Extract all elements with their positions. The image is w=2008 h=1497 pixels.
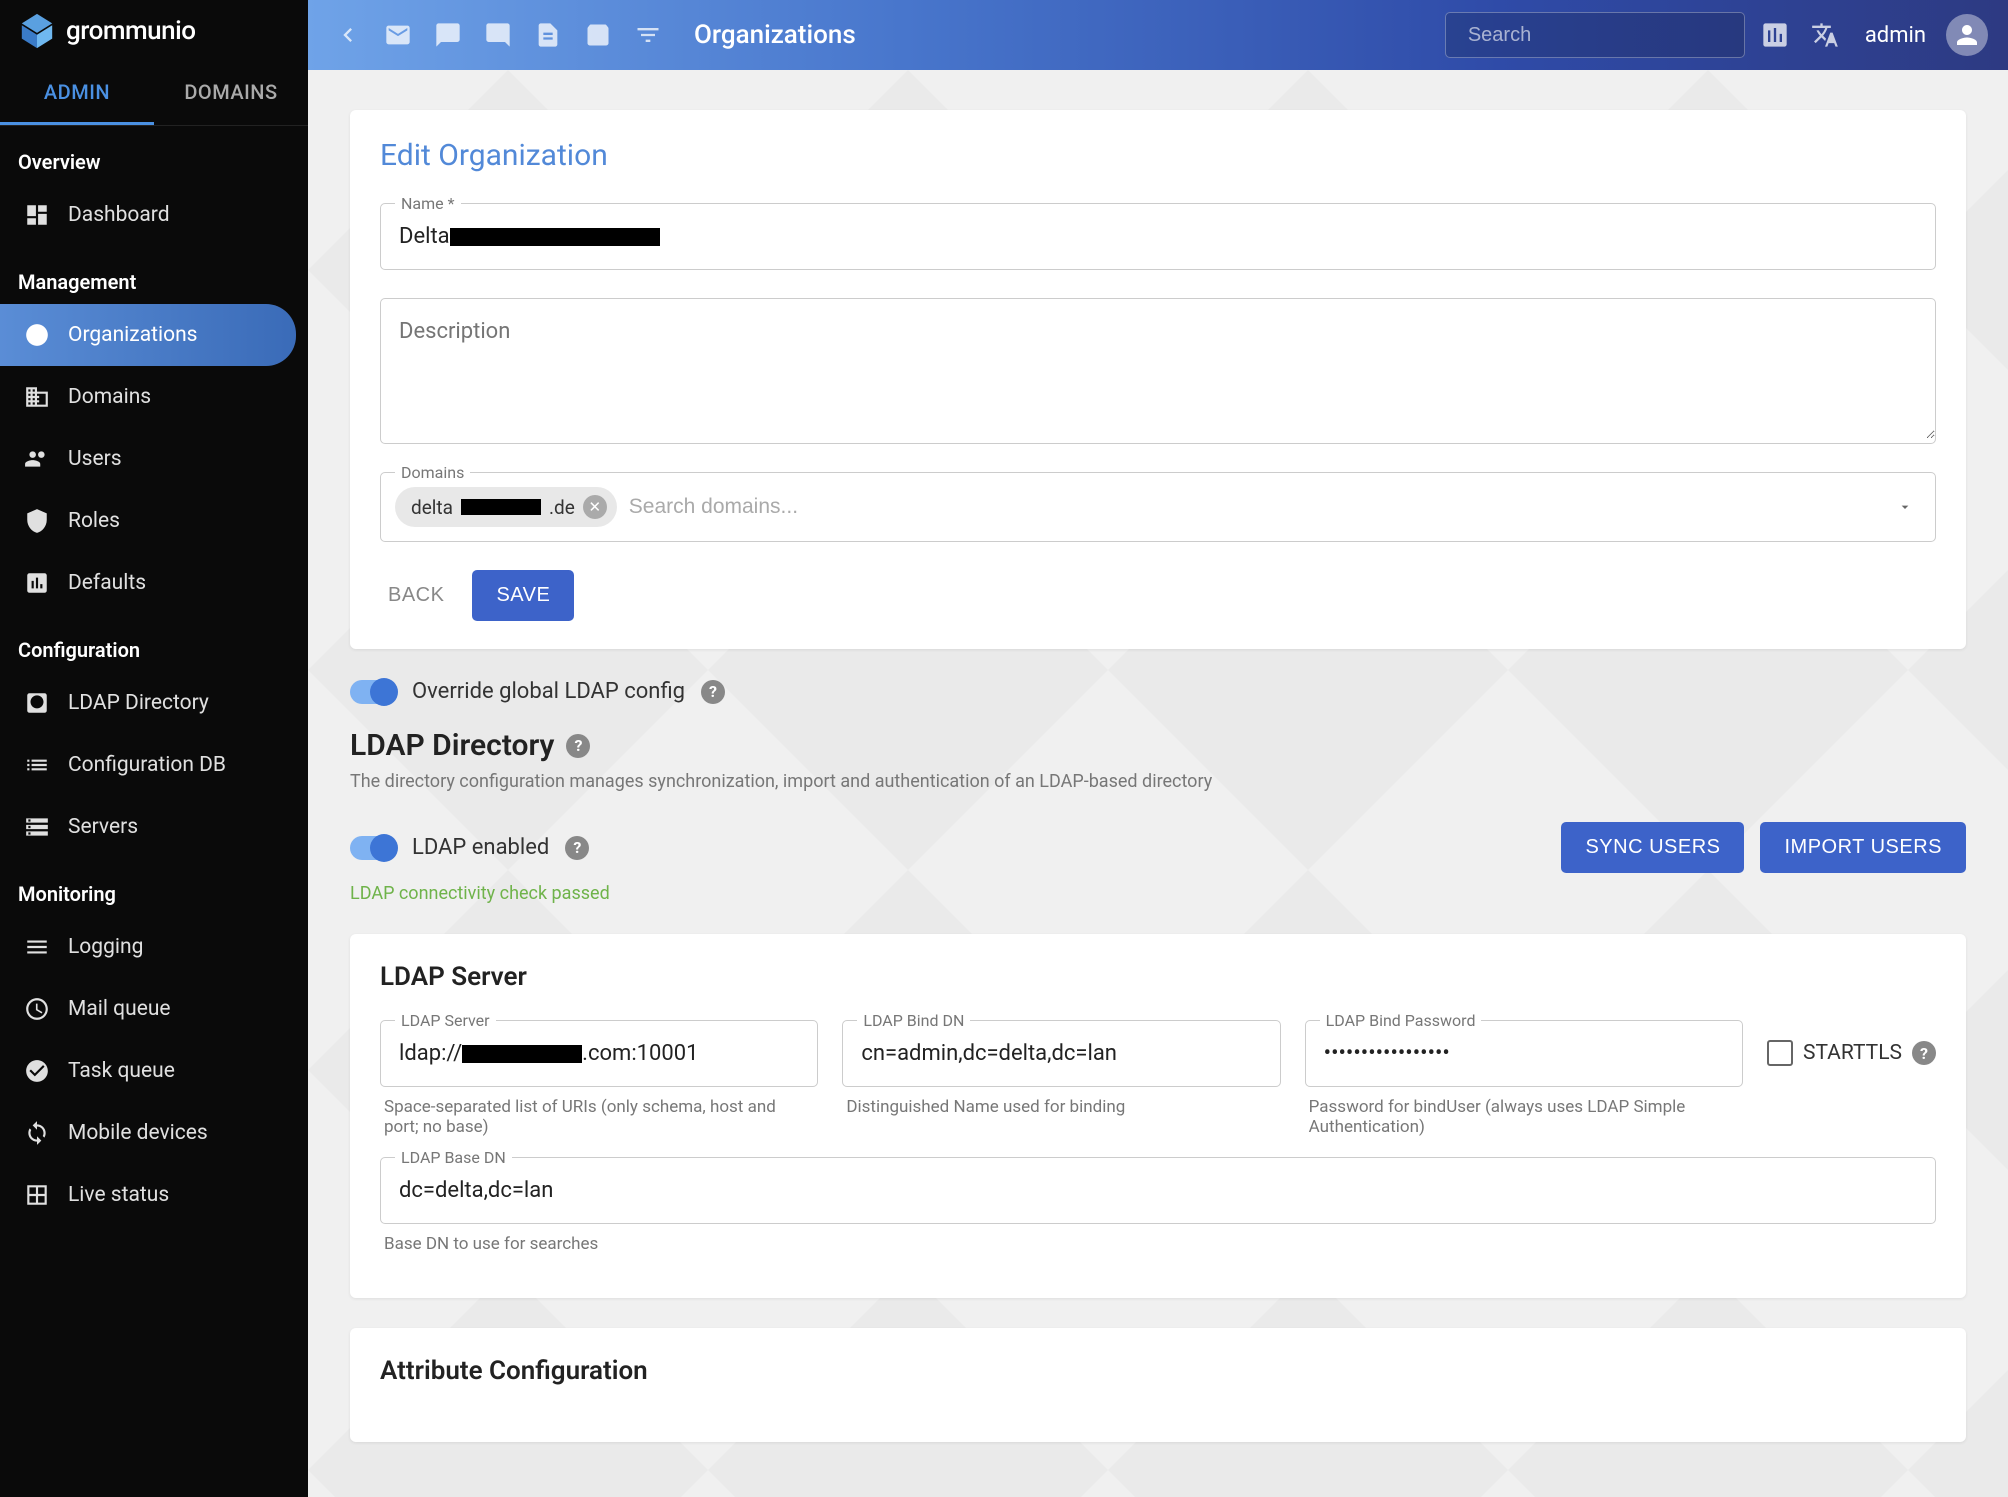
sidebar-item-dashboard[interactable]: Dashboard bbox=[0, 184, 296, 246]
back-button[interactable]: BACK bbox=[380, 572, 452, 619]
sidebar-item-roles[interactable]: Roles bbox=[0, 490, 296, 552]
ldap-enabled-toggle[interactable] bbox=[350, 836, 396, 860]
name-field[interactable]: Name * Delta bbox=[380, 203, 1936, 270]
sidebar-item-taskqueue[interactable]: Task queue bbox=[0, 1040, 296, 1102]
edit-organization-card: Edit Organization Name * Delta Domains d… bbox=[350, 110, 1966, 649]
section-configuration: Configuration bbox=[0, 614, 308, 672]
sidebar-item-domains[interactable]: Domains bbox=[0, 366, 296, 428]
page-title: Organizations bbox=[694, 20, 856, 50]
shield-icon bbox=[24, 508, 50, 534]
section-management: Management bbox=[0, 246, 308, 304]
dashboard-icon bbox=[24, 202, 50, 228]
storage-icon bbox=[24, 814, 50, 840]
sidebar-item-mobiledevices[interactable]: Mobile devices bbox=[0, 1102, 296, 1164]
attribute-config-card: Attribute Configuration bbox=[350, 1328, 1966, 1442]
sidebar-item-defaults[interactable]: Defaults bbox=[0, 552, 296, 614]
import-users-button[interactable]: IMPORT USERS bbox=[1760, 822, 1966, 873]
redacted bbox=[450, 228, 660, 246]
tab-domains[interactable]: DOMAINS bbox=[154, 62, 308, 125]
filter-icon[interactable] bbox=[628, 15, 668, 55]
section-monitoring: Monitoring bbox=[0, 858, 308, 916]
section-overview: Overview bbox=[0, 126, 308, 184]
defaults-icon bbox=[24, 570, 50, 596]
sync-users-button[interactable]: SYNC USERS bbox=[1561, 822, 1744, 873]
sidebar-item-users[interactable]: Users bbox=[0, 428, 296, 490]
sidebar-item-livestatus[interactable]: Live status bbox=[0, 1164, 296, 1226]
clock-icon bbox=[24, 996, 50, 1022]
avatar-icon[interactable] bbox=[1946, 14, 1988, 56]
search-box[interactable] bbox=[1445, 12, 1745, 58]
users-icon bbox=[24, 446, 50, 472]
logo-icon bbox=[18, 12, 56, 50]
organizations-icon bbox=[24, 322, 50, 348]
table-icon bbox=[24, 1182, 50, 1208]
chip-remove-icon[interactable]: ✕ bbox=[583, 495, 607, 519]
help-icon[interactable]: ? bbox=[566, 734, 590, 758]
video-icon[interactable] bbox=[478, 15, 518, 55]
ldap-directory-sub: The directory configuration manages sync… bbox=[350, 771, 1966, 792]
topbar: Organizations admin bbox=[308, 0, 2008, 70]
attribute-config-heading: Attribute Configuration bbox=[380, 1356, 1936, 1386]
sync-icon bbox=[24, 1120, 50, 1146]
domain-chip: delta.de ✕ bbox=[395, 487, 617, 527]
ldap-server-card: LDAP Server LDAP Server ldap://.com:1000… bbox=[350, 934, 1966, 1298]
menu-icon bbox=[24, 934, 50, 960]
chevron-down-icon[interactable] bbox=[1897, 499, 1913, 515]
ldap-bindpw-field[interactable]: LDAP Bind Password bbox=[1305, 1020, 1743, 1087]
save-button[interactable]: SAVE bbox=[472, 570, 574, 621]
archive-icon[interactable] bbox=[578, 15, 618, 55]
domains-search-input[interactable] bbox=[629, 495, 1885, 519]
sidebar: grommunio ADMIN DOMAINS Overview Dashboa… bbox=[0, 0, 308, 1497]
mail-icon[interactable] bbox=[378, 15, 418, 55]
override-toggle[interactable] bbox=[350, 680, 396, 704]
sidebar-item-servers[interactable]: Servers bbox=[0, 796, 296, 858]
chat-icon[interactable] bbox=[428, 15, 468, 55]
ldap-directory-heading: LDAP Directory ? bbox=[350, 728, 1966, 763]
sidebar-item-logging[interactable]: Logging bbox=[0, 916, 296, 978]
starttls-checkbox[interactable] bbox=[1767, 1040, 1793, 1066]
tab-admin[interactable]: ADMIN bbox=[0, 62, 154, 125]
back-icon[interactable] bbox=[328, 15, 368, 55]
ldap-icon bbox=[24, 690, 50, 716]
sidebar-item-configdb[interactable]: Configuration DB bbox=[0, 734, 296, 796]
ldap-connectivity-status: LDAP connectivity check passed bbox=[350, 883, 1966, 904]
domains-field[interactable]: Domains delta.de ✕ bbox=[380, 472, 1936, 542]
ldap-server-field[interactable]: LDAP Server ldap://.com:10001 bbox=[380, 1020, 818, 1087]
description-field[interactable] bbox=[380, 298, 1936, 444]
license-icon[interactable] bbox=[1755, 15, 1795, 55]
description-input[interactable] bbox=[381, 299, 1935, 439]
content: Edit Organization Name * Delta Domains d… bbox=[308, 70, 2008, 1497]
file-icon[interactable] bbox=[528, 15, 568, 55]
ldap-server-heading: LDAP Server bbox=[380, 962, 1936, 992]
domains-icon bbox=[24, 384, 50, 410]
ldap-basedn-field[interactable]: LDAP Base DN bbox=[380, 1157, 1936, 1224]
list-icon bbox=[24, 752, 50, 778]
user-name[interactable]: admin bbox=[1865, 23, 1926, 48]
help-icon[interactable]: ? bbox=[701, 680, 725, 704]
sidebar-item-organizations[interactable]: Organizations bbox=[0, 304, 296, 366]
translate-icon[interactable] bbox=[1805, 15, 1845, 55]
brand: grommunio bbox=[0, 0, 308, 62]
sidebar-item-ldap[interactable]: LDAP Directory bbox=[0, 672, 296, 734]
help-icon[interactable]: ? bbox=[1912, 1041, 1936, 1065]
ldap-binddn-field[interactable]: LDAP Bind DN bbox=[842, 1020, 1280, 1087]
brand-text: grommunio bbox=[66, 16, 195, 46]
override-toggle-row: Override global LDAP config ? bbox=[350, 679, 1966, 704]
edit-org-title: Edit Organization bbox=[380, 138, 1936, 173]
help-icon[interactable]: ? bbox=[565, 836, 589, 860]
task-icon bbox=[24, 1058, 50, 1084]
sidebar-item-mailqueue[interactable]: Mail queue bbox=[0, 978, 296, 1040]
search-input[interactable] bbox=[1468, 24, 1733, 47]
